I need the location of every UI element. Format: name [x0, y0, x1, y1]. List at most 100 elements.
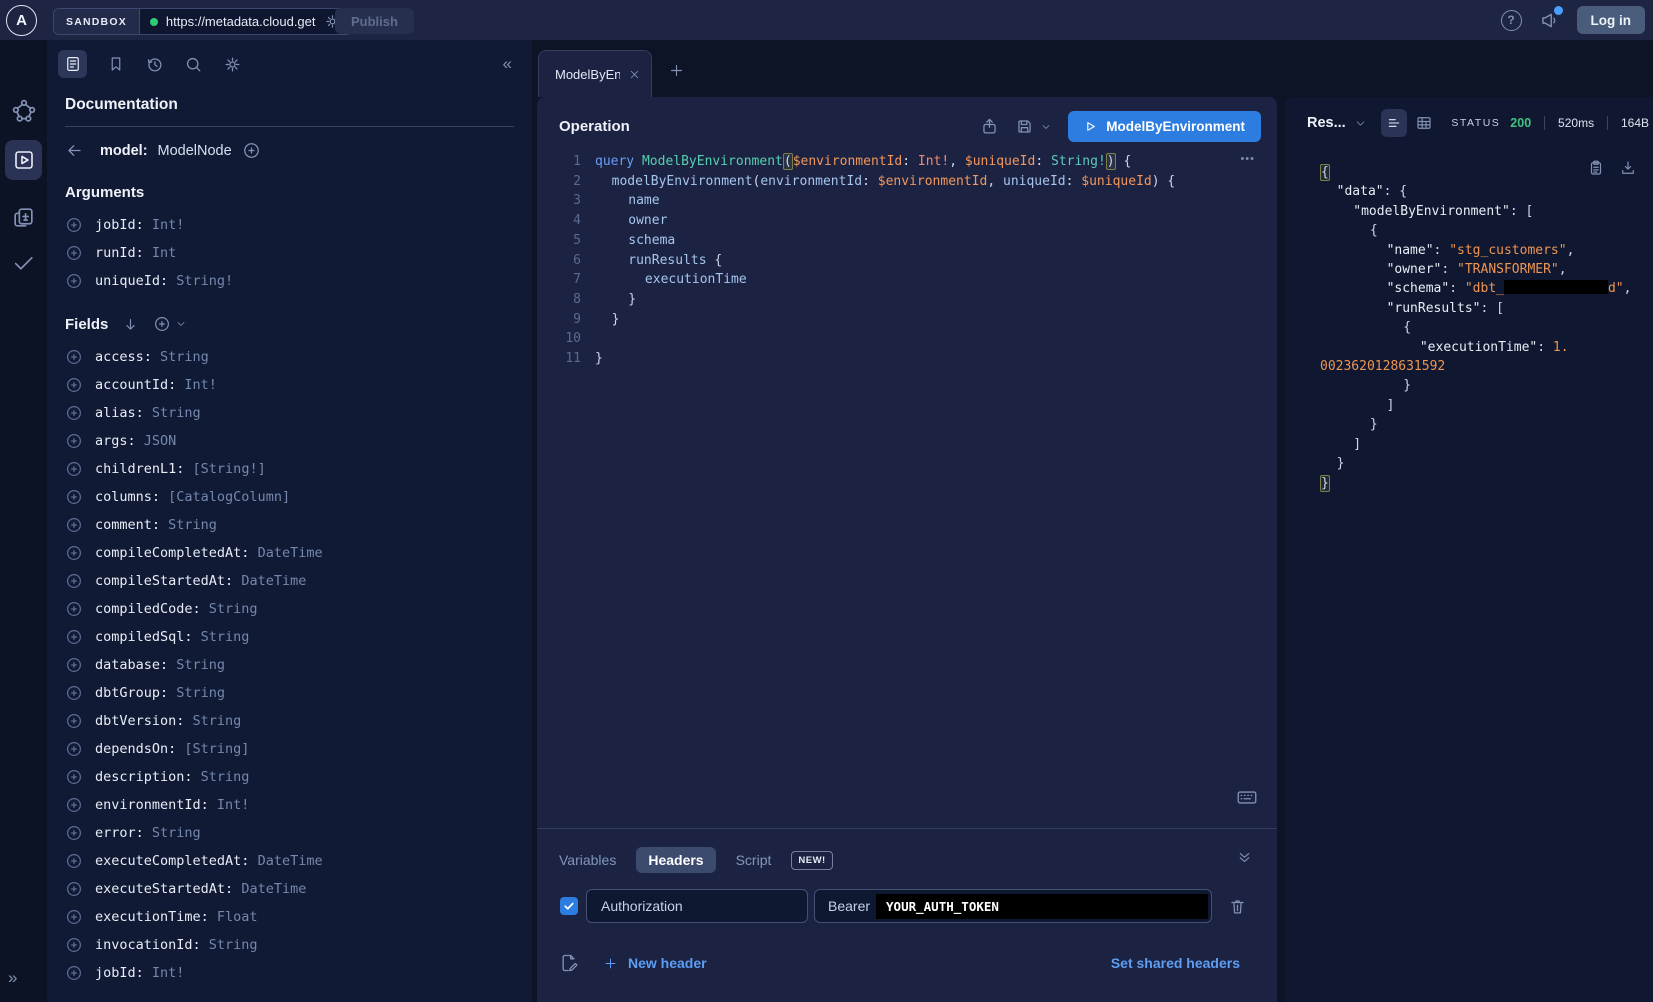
doc-field-name[interactable]: jobId: Int! [95, 965, 184, 981]
new-tab-button[interactable] [668, 62, 685, 79]
doc-field-name[interactable]: dbtGroup: String [95, 685, 225, 701]
doc-field-name[interactable]: childrenL1: [String!] [95, 461, 266, 477]
documentation-tab-icon[interactable] [58, 50, 87, 78]
help-icon[interactable]: ? [1501, 10, 1522, 31]
add-field-icon[interactable] [65, 768, 83, 786]
copy-response-icon[interactable] [1587, 159, 1605, 177]
doc-argument-type[interactable]: String! [176, 273, 233, 289]
bookmark-icon[interactable] [107, 55, 125, 73]
keyboard-shortcuts-icon[interactable] [1237, 790, 1257, 805]
doc-field-name[interactable]: executeCompletedAt: DateTime [95, 853, 323, 869]
doc-field-name[interactable]: comment: String [95, 517, 217, 533]
history-icon[interactable] [145, 55, 164, 74]
sort-fields-icon[interactable] [122, 316, 139, 333]
doc-field-type[interactable]: Int! [152, 965, 185, 981]
doc-argument-name[interactable]: runId: Int [95, 245, 176, 261]
add-field-icon[interactable] [65, 244, 83, 262]
add-field-icon[interactable] [65, 740, 83, 758]
add-field-icon[interactable] [65, 460, 83, 478]
doc-field-name[interactable]: executionTime: Float [95, 909, 258, 925]
add-field-icon[interactable] [65, 656, 83, 674]
doc-field-type[interactable]: DateTime [241, 573, 306, 589]
doc-field-name[interactable]: args: JSON [95, 433, 176, 449]
doc-field-name[interactable]: executeStartedAt: DateTime [95, 881, 306, 897]
doc-field-type[interactable]: [String!] [193, 461, 266, 477]
doc-field-type[interactable]: DateTime [258, 853, 323, 869]
delete-header-icon[interactable] [1228, 897, 1247, 916]
doc-argument-type[interactable]: Int! [152, 217, 185, 233]
collapse-panel-icon[interactable]: « [503, 54, 512, 74]
download-response-icon[interactable] [1619, 159, 1637, 177]
announcements-icon[interactable] [1539, 10, 1560, 31]
doc-field-name[interactable]: invocationId: String [95, 937, 258, 953]
explorer-nav-item[interactable] [5, 140, 42, 180]
add-field-icon[interactable] [65, 824, 83, 842]
breadcrumb-type[interactable]: ModelNode [158, 143, 232, 159]
collections-icon[interactable] [0, 205, 47, 230]
table-view-toggle[interactable] [1415, 114, 1433, 132]
schema-graph-icon[interactable] [0, 98, 47, 124]
doc-field-type[interactable]: String [152, 405, 201, 421]
add-field-icon[interactable] [65, 964, 83, 982]
add-field-icon[interactable] [65, 628, 83, 646]
header-script-icon[interactable] [559, 953, 579, 973]
add-field-icon[interactable] [65, 348, 83, 366]
doc-field-type[interactable]: String [152, 825, 201, 841]
expand-rail-icon[interactable]: » [8, 968, 17, 988]
back-arrow-icon[interactable] [65, 141, 84, 160]
doc-field-type[interactable]: String [176, 657, 225, 673]
doc-field-name[interactable]: database: String [95, 657, 225, 673]
doc-field-type[interactable]: String [209, 601, 258, 617]
add-field-icon[interactable] [65, 376, 83, 394]
endpoint-url-input[interactable]: https://metadata.cloud.get [166, 14, 316, 29]
add-field-icon[interactable] [65, 488, 83, 506]
bottom-tab-script[interactable]: Script [736, 852, 772, 868]
doc-field-name[interactable]: environmentId: Int! [95, 797, 249, 813]
apollo-logo-icon[interactable]: A [6, 5, 37, 36]
doc-field-name[interactable]: alias: String [95, 405, 201, 421]
doc-field-type[interactable]: JSON [144, 433, 177, 449]
add-field-icon[interactable] [65, 432, 83, 450]
header-value-input[interactable]: Bearer YOUR_AUTH_TOKEN [814, 889, 1212, 923]
add-field-icon[interactable] [65, 516, 83, 534]
run-operation-button[interactable]: ModelByEnvironment [1068, 111, 1261, 142]
publish-button[interactable]: Publish [335, 8, 414, 34]
set-shared-headers-link[interactable]: Set shared headers [1111, 955, 1240, 971]
share-operation-icon[interactable] [980, 117, 999, 136]
doc-field-name[interactable]: columns: [CatalogColumn] [95, 489, 290, 505]
add-field-icon[interactable] [65, 572, 83, 590]
doc-field-name[interactable]: dbtVersion: String [95, 713, 241, 729]
add-field-icon[interactable] [65, 852, 83, 870]
doc-field-type[interactable]: String [176, 685, 225, 701]
settings-gear-icon[interactable] [223, 55, 242, 74]
collapse-bottom-panel-icon[interactable] [1236, 849, 1253, 866]
doc-field-name[interactable]: dependsOn: [String] [95, 741, 249, 757]
new-header-button[interactable]: New header [603, 955, 707, 971]
bottom-tab-variables[interactable]: Variables [559, 852, 616, 868]
doc-field-name[interactable]: compileStartedAt: DateTime [95, 573, 306, 589]
doc-field-type[interactable]: Int! [184, 377, 217, 393]
doc-field-name[interactable]: access: String [95, 349, 209, 365]
doc-field-type[interactable]: String [209, 937, 258, 953]
doc-field-name[interactable]: error: String [95, 825, 201, 841]
login-button[interactable]: Log in [1577, 6, 1646, 34]
doc-field-type[interactable]: [String] [184, 741, 249, 757]
response-dropdown[interactable]: Res... [1307, 115, 1346, 131]
doc-field-type[interactable]: [CatalogColumn] [168, 489, 290, 505]
header-name-input[interactable]: Authorization [586, 889, 808, 923]
raw-view-toggle[interactable] [1381, 109, 1408, 137]
doc-field-type[interactable]: DateTime [258, 545, 323, 561]
doc-argument-name[interactable]: jobId: Int! [95, 217, 184, 233]
add-field-icon[interactable] [65, 404, 83, 422]
doc-field-type[interactable]: String [201, 769, 250, 785]
operation-tab[interactable]: ModelByEnvi... [538, 50, 652, 97]
graphql-editor[interactable]: 1query ModelByEnvironment($environmentId… [537, 152, 1277, 369]
operation-menu-icon[interactable]: ••• [1240, 153, 1255, 165]
search-icon[interactable] [184, 55, 203, 74]
add-field-icon[interactable] [65, 216, 83, 234]
close-tab-icon[interactable] [628, 68, 641, 81]
doc-field-type[interactable]: Int! [217, 797, 250, 813]
add-field-icon[interactable] [65, 936, 83, 954]
add-field-icon[interactable] [65, 880, 83, 898]
doc-field-name[interactable]: description: String [95, 769, 249, 785]
